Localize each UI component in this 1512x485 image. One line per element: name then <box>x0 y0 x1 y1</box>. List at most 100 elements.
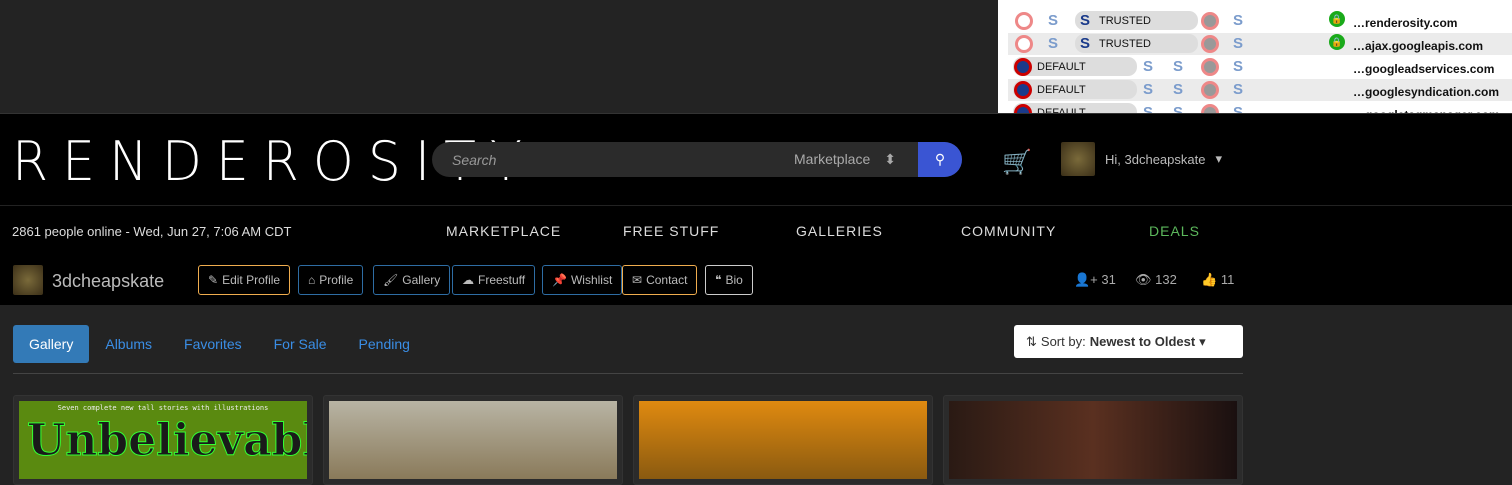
untrusted-icon[interactable] <box>1201 12 1219 30</box>
tab-favorites[interactable]: Favorites <box>168 325 258 363</box>
nav-free-stuff[interactable]: FREE STUFF <box>623 223 719 239</box>
label: Bio <box>725 273 743 287</box>
scope-label: Marketplace <box>794 151 871 167</box>
script-domain-row: S TRUSTED S S 🔒 …renderosity.com <box>1008 10 1512 32</box>
envelope-icon: ✉ <box>632 273 643 287</box>
tab-gallery[interactable]: Gallery <box>13 325 90 363</box>
tab-pending[interactable]: Pending <box>343 325 426 363</box>
forbid-icon[interactable] <box>1015 12 1033 30</box>
custom-icon[interactable]: S <box>1233 12 1243 29</box>
tab-albums[interactable]: Albums <box>89 325 168 363</box>
user-menu[interactable]: Hi, 3dcheapskate ▾ <box>1061 142 1222 176</box>
profile-bar: 3dcheapskate ✎ Edit Profile ⌂ Profile 🖌 Gal… <box>0 255 1512 305</box>
lock-icon: 🔒 <box>1329 11 1345 27</box>
status-label: TRUSTED <box>1099 37 1151 50</box>
user-plus-icon: 👤+ <box>1074 272 1102 287</box>
forbid-icon[interactable] <box>1015 35 1033 53</box>
trusted-icon: S <box>1080 12 1091 29</box>
profile-avatar <box>13 265 43 295</box>
gallery-thumbnail: Seven complete new tall stories with ill… <box>19 401 307 479</box>
nav-community[interactable]: COMMUNITY <box>961 223 1056 239</box>
eye-icon: 👁 <box>1135 272 1156 287</box>
untrusted-icon[interactable] <box>1201 81 1219 99</box>
thumbs-up-icon: 👍 <box>1201 272 1221 287</box>
gallery-thumbnail <box>949 401 1237 479</box>
sort-dropdown[interactable]: ⇅ Sort by: Newest to Oldest ▾ <box>1014 325 1243 358</box>
tab-for-sale[interactable]: For Sale <box>258 325 343 363</box>
value: 132 <box>1155 272 1177 287</box>
freestuff-button[interactable]: ☁ Freestuff <box>452 265 536 295</box>
value: 31 <box>1101 272 1116 287</box>
custom-icon[interactable]: S <box>1233 58 1243 75</box>
pin-icon: 📌 <box>552 273 567 287</box>
domain-label: …googlesyndication.com <box>1353 85 1500 99</box>
quote-icon: ❝ <box>715 273 722 287</box>
sort-label: Sort by: <box>1040 334 1086 349</box>
temp-allow-icon[interactable]: S <box>1048 12 1058 29</box>
temp-allow-icon[interactable]: S <box>1143 81 1153 98</box>
custom-icon[interactable]: S <box>1233 35 1243 52</box>
thumbnail-caption: Seven complete new tall stories with ill… <box>57 404 269 412</box>
updown-icon: ⬍ <box>884 151 896 167</box>
untrusted-icon[interactable] <box>1201 35 1219 53</box>
views-count: 👁 132 <box>1135 272 1177 288</box>
profile-username: 3dcheapskate <box>52 271 165 291</box>
domain-label: …renderosity.com <box>1353 16 1458 30</box>
custom-icon[interactable]: S <box>1233 81 1243 98</box>
label: Freestuff <box>478 273 526 287</box>
wishlist-button[interactable]: 📌 Wishlist <box>542 265 623 295</box>
main-nav: 2861 people online - Wed, Jun 27, 7:06 A… <box>0 205 1512 255</box>
search-button[interactable]: ⚲ <box>918 142 962 177</box>
label: Wishlist <box>570 273 613 287</box>
value: 11 <box>1220 272 1235 287</box>
lock-icon: 🔒 <box>1329 34 1345 50</box>
caret-down-icon: ▾ <box>1199 333 1206 349</box>
status-pill[interactable]: TRUSTED <box>1075 34 1198 53</box>
script-domain-row: DEFAULT S S S …googlesyndication.com <box>1008 79 1512 101</box>
divider <box>13 373 1243 374</box>
trusted-icon: S <box>1080 35 1091 52</box>
profile-button[interactable]: ⌂ Profile <box>298 265 364 295</box>
online-status: 2861 people online - Wed, Jun 27, 7:06 A… <box>12 224 292 239</box>
domain-label: …ajax.googleapis.com <box>1353 39 1484 53</box>
search-input[interactable]: Search <box>452 152 794 168</box>
label: Contact <box>646 273 688 287</box>
gallery-button[interactable]: 🖌 Gallery <box>373 265 451 295</box>
bio-button[interactable]: ❝ Bio <box>705 265 753 295</box>
status-label: DEFAULT <box>1037 60 1086 73</box>
allow-icon[interactable]: S <box>1173 58 1183 75</box>
search-scope-select[interactable]: Marketplace ⬍ <box>794 151 918 168</box>
avatar <box>1061 142 1095 176</box>
script-domain-row: DEFAULT S S S …googleadservices.com <box>1008 56 1512 78</box>
thumbnail-title: Unbelievable <box>26 415 307 467</box>
followers-count: 👤+ 31 <box>1074 272 1116 288</box>
script-domain-row: S TRUSTED S S 🔒 …ajax.googleapis.com <box>1008 33 1512 55</box>
site-header: RENDEROSITY Search Marketplace ⬍ ⚲ 🛒 Hi, … <box>0 113 1512 205</box>
nav-galleries[interactable]: GALLERIES <box>796 223 883 239</box>
temp-allow-icon[interactable]: S <box>1048 35 1058 52</box>
default-icon <box>1014 81 1032 99</box>
label: Profile <box>319 273 354 287</box>
sort-value: Newest to Oldest <box>1089 334 1196 349</box>
allow-icon[interactable]: S <box>1173 81 1183 98</box>
likes-count: 👍 11 <box>1201 272 1234 288</box>
nav-marketplace[interactable]: MARKETPLACE <box>446 223 561 239</box>
temp-allow-icon[interactable]: S <box>1143 58 1153 75</box>
label: Gallery <box>402 273 441 287</box>
search-icon: ⚲ <box>934 151 946 167</box>
edit-profile-button[interactable]: ✎ Edit Profile <box>198 265 291 295</box>
status-label: TRUSTED <box>1099 14 1151 27</box>
brush-icon: 🖌 <box>383 273 399 287</box>
greeting: Hi, 3dcheapskate <box>1105 151 1206 167</box>
nav-deals[interactable]: DEALS <box>1149 223 1200 239</box>
gallery-tabs: Gallery Albums Favorites For Sale Pendin… <box>13 325 426 363</box>
gallery-thumbnail <box>639 401 927 479</box>
default-icon <box>1014 58 1032 76</box>
search-bar: Search Marketplace ⬍ ⚲ <box>432 142 962 177</box>
untrusted-icon[interactable] <box>1201 58 1219 76</box>
contact-button[interactable]: ✉ Contact <box>622 265 698 295</box>
cloud-download-icon: ☁ <box>462 273 474 287</box>
status-label: DEFAULT <box>1037 83 1086 96</box>
status-pill[interactable]: TRUSTED <box>1075 11 1198 30</box>
cart-icon[interactable]: 🛒 <box>1002 148 1032 177</box>
